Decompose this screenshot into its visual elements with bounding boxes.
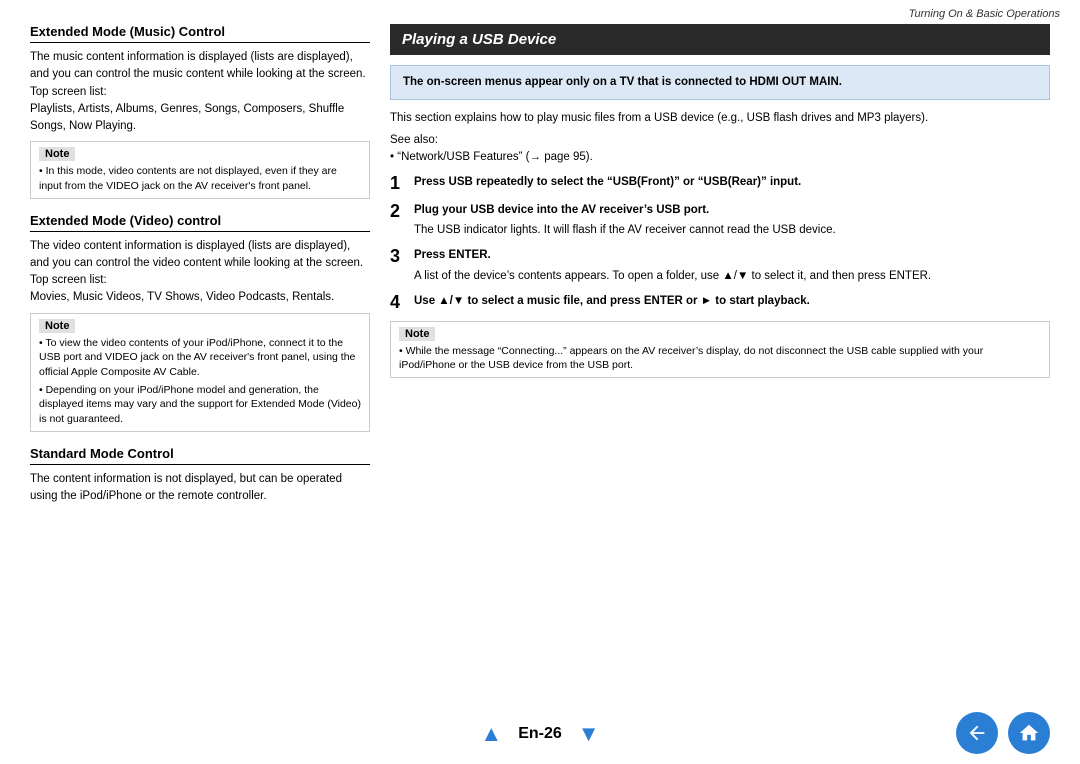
back-button[interactable] [956, 712, 998, 754]
home-button[interactable] [1008, 712, 1050, 754]
hdmi-note: The on-screen menus appear only on a TV … [390, 65, 1050, 100]
left-column: Extended Mode (Music) Control The music … [30, 24, 370, 678]
ext-music-title: Extended Mode (Music) Control [30, 24, 370, 43]
footer-nav[interactable]: ▲ En-26 ▼ [480, 721, 599, 747]
page-number: En-26 [518, 725, 562, 743]
ext-video-note-item-1: • Depending on your iPod/iPhone model an… [39, 383, 361, 427]
prev-page-arrow[interactable]: ▲ [480, 721, 502, 747]
std-mode-title: Standard Mode Control [30, 446, 370, 465]
std-mode-body: The content information is not displayed… [30, 471, 370, 506]
footer: ▲ En-26 ▼ [0, 704, 1080, 764]
next-page-arrow[interactable]: ▼ [578, 721, 600, 747]
steps-container: 1 Press USB repeatedly to select the “US… [390, 174, 1050, 313]
step-3: 3 Press ENTER. A list of the device’s co… [390, 247, 1050, 285]
playing-usb-title: Playing a USB Device [390, 24, 1050, 55]
ext-video-body: The video content information is display… [30, 238, 370, 307]
home-icon [1018, 722, 1040, 744]
footer-icons [956, 712, 1050, 754]
chapter-title: Turning On & Basic Operations [0, 0, 1080, 24]
back-icon [966, 722, 988, 744]
step-1: 1 Press USB repeatedly to select the “US… [390, 174, 1050, 194]
ext-music-note: Note • In this mode, video contents are … [30, 141, 370, 198]
right-note: Note • While the message “Connecting...”… [390, 321, 1050, 378]
step-4: 4 Use ▲/▼ to select a music file, and pr… [390, 293, 1050, 313]
step-2: 2 Plug your USB device into the AV recei… [390, 202, 1050, 240]
right-note-item-0: • While the message “Connecting...” appe… [399, 344, 1041, 373]
intro-text: This section explains how to play music … [390, 110, 1050, 166]
ext-music-body: The music content information is display… [30, 49, 370, 135]
ext-video-title: Extended Mode (Video) control [30, 213, 370, 232]
ext-music-note-item-0: • In this mode, video contents are not d… [39, 164, 361, 193]
ext-video-note: Note • To view the video contents of you… [30, 313, 370, 432]
right-column: Playing a USB Device The on-screen menus… [390, 24, 1050, 678]
ext-video-note-item-0: • To view the video contents of your iPo… [39, 336, 361, 380]
